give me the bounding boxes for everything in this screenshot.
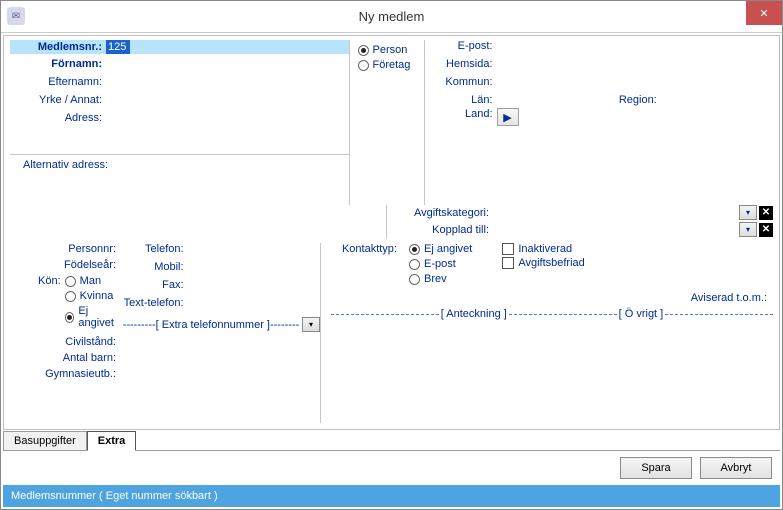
contact-email-radio[interactable]: E-post [409, 258, 472, 270]
contact-na-radio[interactable]: Ej angivet [409, 243, 472, 255]
type-person-radio[interactable]: Person [358, 44, 420, 56]
website-label: Hemsida: [435, 58, 497, 74]
firstname-label: Förnamn: [10, 58, 106, 70]
statusbar-text: Medlemsnummer ( Eget nummer sökbart ) [11, 490, 218, 502]
text-phone-input[interactable] [188, 297, 320, 313]
education-label: Gymnasieutb.: [10, 368, 120, 380]
mobile-label: Mobil: [120, 261, 188, 273]
note-section-header: [ Anteckning ] [439, 308, 509, 320]
other-section-header: [ Ö vrigt ] [617, 308, 666, 320]
children-label: Antal barn: [10, 352, 120, 364]
close-button[interactable]: ✕ [746, 1, 782, 25]
titlebar: ✉ Ny medlem ✕ [1, 1, 782, 33]
phone-input[interactable] [188, 243, 320, 259]
fee-category-dropdown[interactable]: ▾ [739, 205, 757, 220]
firstname-input[interactable] [106, 56, 349, 72]
occupation-label: Yrke / Annat: [10, 94, 106, 106]
linked-to-dropdown[interactable]: ▾ [739, 222, 757, 237]
municipality-label: Kommun: [435, 76, 497, 92]
fee-category-label: Avgiftskategori: [397, 207, 493, 219]
type-company-label: Företag [373, 59, 411, 71]
type-company-radio[interactable]: Företag [358, 59, 420, 71]
fax-input[interactable] [188, 279, 320, 295]
arrow-right-icon: ▶ [503, 111, 511, 124]
civil-label: Civilstånd: [10, 336, 120, 348]
feefree-checkbox[interactable]: Avgiftsbefriad [502, 257, 584, 269]
alt-address-input[interactable] [112, 157, 349, 173]
window-title: Ny medlem [359, 9, 425, 24]
phone-label: Telefon: [120, 243, 188, 255]
personnr-label: Personnr: [10, 243, 120, 255]
linked-to-clear-button[interactable]: ✕ [759, 223, 773, 237]
lastname-label: Efternamn: [10, 76, 106, 88]
contact-letter-radio[interactable]: Brev [409, 273, 472, 285]
tab-extra[interactable]: Extra [87, 431, 137, 451]
text-phone-label: Text-telefon: [120, 297, 188, 309]
country-label: Land: [435, 108, 497, 126]
type-person-label: Person [373, 44, 408, 56]
gender-man-radio[interactable]: Man [65, 275, 120, 287]
gender-woman-radio[interactable]: Kvinna [65, 290, 120, 302]
email-input[interactable] [497, 40, 774, 56]
website-input[interactable] [497, 58, 774, 74]
gender-na-radio[interactable]: Ej angivet [65, 305, 120, 329]
inactive-checkbox[interactable]: Inaktiverad [502, 243, 584, 255]
occupation-input[interactable] [106, 92, 349, 108]
save-button[interactable]: Spara [620, 457, 692, 479]
fee-category-clear-button[interactable]: ✕ [759, 206, 773, 220]
address-input[interactable] [106, 110, 349, 126]
linked-to-label: Kopplad till: [397, 224, 493, 236]
member-no-label: Medlemsnr.: [10, 41, 106, 53]
address-label: Adress: [10, 112, 106, 124]
alt-address-label: Alternativ adress: [10, 159, 112, 171]
statusbar: Medlemsnummer ( Eget nummer sökbart ) [3, 485, 780, 507]
tab-basic[interactable]: Basuppgifter [3, 431, 87, 451]
fax-label: Fax: [120, 279, 188, 291]
cancel-button[interactable]: Avbryt [700, 457, 772, 479]
region-label: Region: [609, 94, 661, 106]
contact-type-label: Kontakttyp: [331, 243, 401, 288]
lastname-input[interactable] [106, 74, 349, 90]
municipality-input[interactable] [497, 76, 774, 92]
extra-phone-dropdown[interactable]: ▾ [302, 317, 320, 332]
country-picker-button[interactable]: ▶ [497, 108, 519, 126]
mobile-input[interactable] [188, 261, 320, 277]
close-icon: ✕ [759, 7, 768, 20]
county-label: Län: [435, 94, 497, 106]
member-no-input[interactable]: 125 [106, 40, 130, 54]
birthyear-label: Födelseår: [10, 259, 120, 271]
gender-label: Kön: [10, 275, 65, 332]
app-icon: ✉ [7, 7, 25, 25]
extra-phone-header: ---------[ Extra telefonnummer ]-------- [120, 319, 302, 331]
notified-label: Aviserad t.o.m.: [331, 292, 773, 304]
email-label: E-post: [435, 40, 497, 56]
